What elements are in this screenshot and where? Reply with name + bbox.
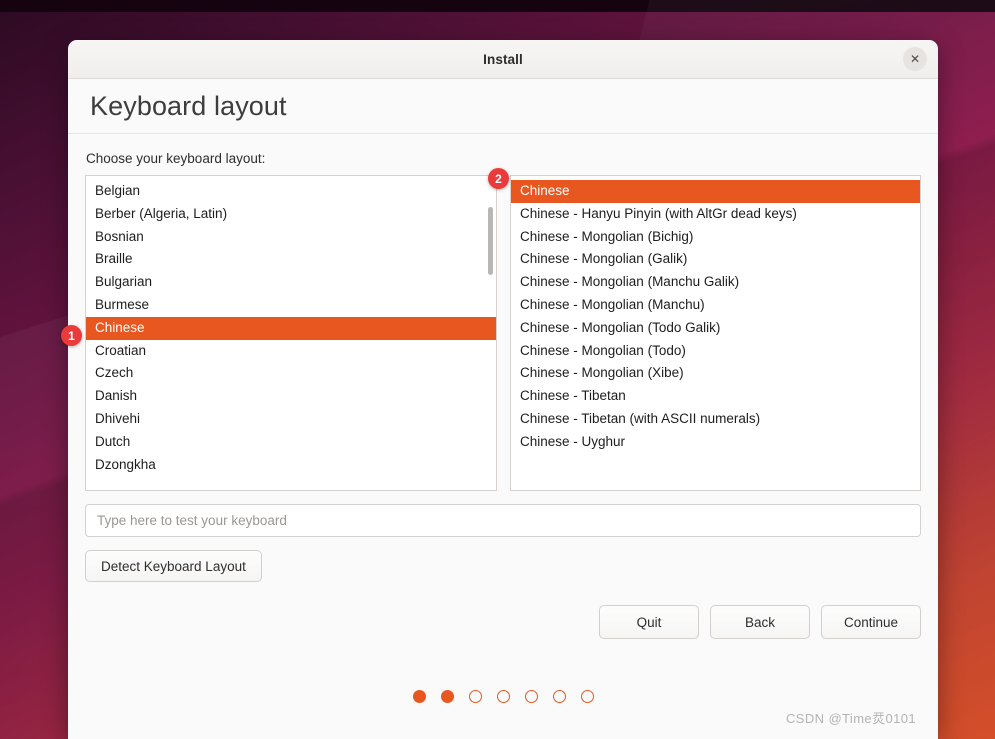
progress-dot-4[interactable] xyxy=(496,690,510,703)
continue-button[interactable]: Continue xyxy=(821,605,921,639)
progress-dot-3[interactable] xyxy=(468,690,482,703)
window-title: Install xyxy=(483,51,523,67)
keyboard-variant-item[interactable]: Chinese - Hanyu Pinyin (with AltGr dead … xyxy=(511,203,920,226)
back-button[interactable]: Back xyxy=(710,605,810,639)
keyboard-layout-list[interactable]: Belgian Berber (Algeria, Latin) Bosnian Bra… xyxy=(85,175,497,491)
keyboard-layout-item[interactable]: Chinese xyxy=(86,316,496,340)
keyboard-variant-list[interactable]: Chinese Chinese - Hanyu Pinyin (with AltG… xyxy=(510,175,921,491)
keyboard-variant-item[interactable]: Chinese - Mongolian (Manchu) xyxy=(511,294,920,317)
close-icon[interactable]: ✕ xyxy=(903,47,927,71)
progress-dot-2[interactable] xyxy=(440,690,454,703)
keyboard-layout-item[interactable]: Danish xyxy=(86,385,496,408)
page-content: Choose your keyboard layout: Belgian Berb… xyxy=(68,134,938,639)
choose-layout-label: Choose your keyboard layout: xyxy=(86,151,266,166)
install-window: Install ✕ Keyboard layout Choose your ke… xyxy=(68,40,938,739)
keyboard-variant-item[interactable]: Chinese - Tibetan (with ASCII numerals) xyxy=(511,408,920,431)
keyboard-variant-item[interactable]: Chinese - Mongolian (Todo Galik) xyxy=(511,317,920,340)
keyboard-variant-item[interactable]: Chinese - Mongolian (Todo) xyxy=(511,340,920,363)
progress-dot-5[interactable] xyxy=(524,690,538,703)
keyboard-layout-item[interactable]: Berber (Algeria, Latin) xyxy=(86,203,496,226)
keyboard-layout-item[interactable]: Czech xyxy=(86,362,496,385)
watermark-text: CSDN @Time烎0101 xyxy=(786,711,916,726)
layout-list-scrollbar[interactable] xyxy=(488,181,493,487)
keyboard-layout-item[interactable]: Burmese xyxy=(86,294,496,317)
progress-indicator xyxy=(68,690,938,703)
keyboard-layout-item[interactable]: Croatian xyxy=(86,340,496,363)
keyboard-variant-item[interactable]: Chinese - Mongolian (Xibe) xyxy=(511,362,920,385)
keyboard-lists-row: Belgian Berber (Algeria, Latin) Bosnian Bra… xyxy=(85,175,921,491)
keyboard-layout-item[interactable]: Bosnian xyxy=(86,226,496,249)
keyboard-variant-item[interactable]: Chinese - Mongolian (Manchu Galik) xyxy=(511,271,920,294)
keyboard-layout-item[interactable]: Belgian xyxy=(86,180,496,203)
keyboard-variant-item[interactable]: Chinese - Uyghur xyxy=(511,431,920,454)
progress-dot-1[interactable] xyxy=(412,690,426,703)
progress-dot-6[interactable] xyxy=(552,690,566,703)
quit-button[interactable]: Quit xyxy=(599,605,699,639)
detect-keyboard-layout-button[interactable]: Detect Keyboard Layout xyxy=(85,550,262,582)
keyboard-layout-item[interactable]: Dutch xyxy=(86,431,496,454)
keyboard-layout-item[interactable]: Dhivehi xyxy=(86,408,496,431)
keyboard-layout-item[interactable]: Bulgarian xyxy=(86,271,496,294)
annotation-badge-2: 2 xyxy=(488,168,509,189)
keyboard-variant-item[interactable]: Chinese xyxy=(511,180,920,203)
desktop-top-bar xyxy=(0,0,995,12)
page-title: Keyboard layout xyxy=(90,90,287,121)
keyboard-variant-item[interactable]: Chinese - Tibetan xyxy=(511,385,920,408)
action-buttons-row: Quit Back Continue xyxy=(85,605,921,639)
annotation-badge-1: 1 xyxy=(61,325,82,346)
progress-dot-7[interactable] xyxy=(580,690,594,703)
keyboard-test-input[interactable] xyxy=(85,504,921,537)
keyboard-variant-item[interactable]: Chinese - Mongolian (Bichig) xyxy=(511,226,920,249)
window-title-bar: Install ✕ xyxy=(68,40,938,79)
layout-list-scrollbar-thumb[interactable] xyxy=(488,207,493,275)
page-heading-container: Keyboard layout xyxy=(68,79,938,134)
keyboard-layout-item[interactable]: Dzongkha xyxy=(86,454,496,477)
keyboard-layout-item[interactable]: Braille xyxy=(86,248,496,271)
keyboard-variant-item[interactable]: Chinese - Mongolian (Galik) xyxy=(511,248,920,271)
